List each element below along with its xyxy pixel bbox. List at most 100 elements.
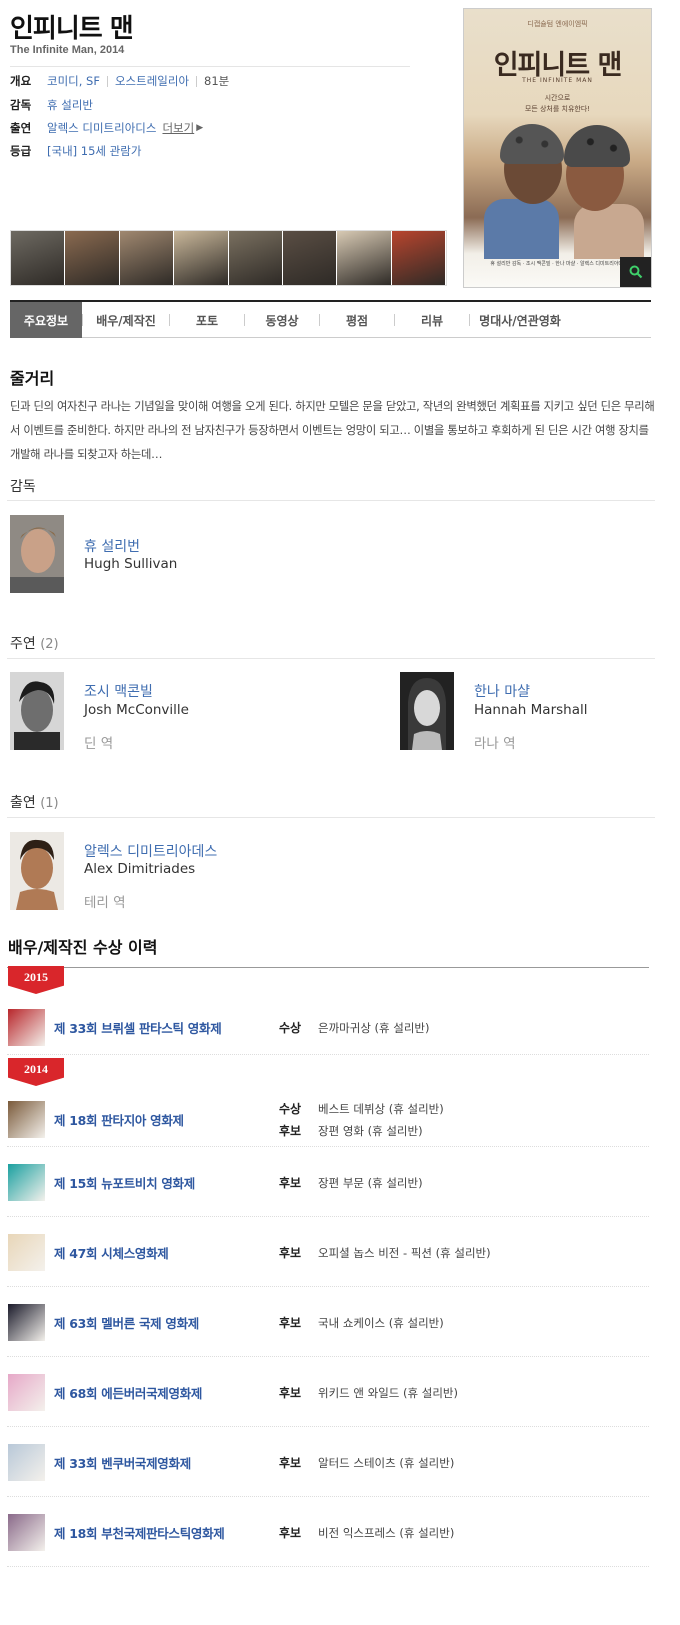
award-description: 알터드 스테이츠 (휴 설리반) <box>318 1456 455 1470</box>
actor-name-ko[interactable]: 조시 맥콘빌 <box>84 681 153 701</box>
divider <box>7 817 655 818</box>
synopsis-text: 딘과 딘의 여자친구 라나는 기념일을 맞이해 여행을 오게 된다. 하지만 모… <box>10 400 655 461</box>
info-rating-row: 등급 [국내] 15세 관람가 <box>10 141 141 161</box>
award-type: 후보 <box>279 1316 302 1330</box>
festival-name-link[interactable]: 제 33회 브뤼셀 판타스틱 영화제 <box>54 1018 222 1037</box>
photo-thumbnail[interactable] <box>65 231 120 285</box>
awards-divider <box>7 967 649 968</box>
tab-bar: 주요정보 배우/제작진 포토 동영상 평점 리뷰 명대사/연관영화 <box>10 300 651 338</box>
actor-portrait <box>10 672 64 750</box>
actor-photo-hannah[interactable] <box>400 672 454 750</box>
award-type: 후보 <box>279 1386 302 1400</box>
photo-thumbnail[interactable] <box>228 231 283 285</box>
festival-name-link[interactable]: 제 18회 판타지아 영화제 <box>54 1110 184 1129</box>
poster-tagline: 시간으로 모든 상처를 치유한다! <box>524 94 591 113</box>
rating-link[interactable]: [국내] 15세 관람가 <box>47 143 141 159</box>
actor-name-ko[interactable]: 알렉스 디미트리아데스 <box>84 841 217 861</box>
country-link[interactable]: 오스트레일리아 <box>115 73 189 89</box>
photo-thumbnail[interactable] <box>174 231 229 285</box>
lead-count: (2) <box>40 637 59 652</box>
divider <box>7 658 655 659</box>
actor-photo-josh[interactable] <box>10 672 64 750</box>
director-name-ko[interactable]: 휴 설리번 <box>84 536 140 556</box>
actor-name-en: Josh McConville <box>84 702 189 718</box>
director-heading: 감독 <box>10 479 36 495</box>
lead-heading: 주연 (2) <box>10 633 59 653</box>
festival-logo[interactable] <box>8 1164 45 1201</box>
actor-role: 라나 역 <box>474 736 516 752</box>
festival-logo[interactable] <box>8 1444 45 1481</box>
photo-thumbnail[interactable] <box>11 231 66 285</box>
poster-woman-figure <box>574 204 644 259</box>
actor-photo-alex[interactable] <box>10 832 64 910</box>
actor-portrait <box>400 672 454 750</box>
festival-logo[interactable] <box>8 1374 45 1411</box>
festival-logo[interactable] <box>8 1101 45 1138</box>
tab-4[interactable]: 평점 <box>320 302 394 338</box>
award-type: 후보 <box>279 1246 302 1260</box>
award-type: 후보 <box>279 1124 302 1138</box>
synopsis-heading: 줄거리 <box>10 369 55 388</box>
festival-name-link[interactable]: 제 63회 멜버른 국제 영화제 <box>54 1313 199 1332</box>
actor-name-en: Hannah Marshall <box>474 702 588 718</box>
photo-thumbnail[interactable] <box>337 231 392 285</box>
festival-logo[interactable] <box>8 1514 45 1551</box>
separator <box>196 75 198 87</box>
cast-link[interactable]: 알렉스 디미트리아디스 <box>47 120 156 136</box>
actor-name-en: Alex Dimitriades <box>84 861 196 877</box>
cast-label: 출연 <box>10 121 32 135</box>
director-link[interactable]: 휴 설리반 <box>47 97 93 113</box>
poster-man-figure <box>484 199 559 259</box>
tab-2[interactable]: 포토 <box>170 302 244 338</box>
genre-link[interactable]: 코미디, SF <box>47 73 100 89</box>
more-cast-link[interactable]: 더보기 <box>162 120 194 136</box>
festival-name-link[interactable]: 제 47회 시체스영화제 <box>54 1243 169 1262</box>
poster-helmet <box>500 124 564 164</box>
poster-credits: 휴 설리반 감독 · 조시 맥콘빌 · 한나 마샬 · 알렉스 디미트리아데스 <box>490 261 628 267</box>
tab-0[interactable]: 주요정보 <box>10 302 82 338</box>
search-icon <box>629 265 642 279</box>
runtime: 81분 <box>204 74 230 88</box>
award-description: 국내 쇼케이스 (휴 설리반) <box>318 1316 444 1330</box>
festival-name-link[interactable]: 제 33회 벤쿠버국제영화제 <box>54 1453 191 1472</box>
award-description: 오피셜 놉스 비전 - 픽션 (휴 설리반) <box>318 1246 491 1260</box>
photo-thumbnail[interactable] <box>391 231 446 285</box>
info-director-row: 감독 휴 설리반 <box>10 95 93 115</box>
award-type: 수상 <box>279 1102 302 1116</box>
overview-label: 개요 <box>10 74 32 88</box>
festival-logo[interactable] <box>8 1234 45 1271</box>
award-description: 비전 익스프레스 (휴 설리반) <box>318 1526 455 1540</box>
festival-logo[interactable] <box>8 1009 45 1046</box>
director-label: 감독 <box>10 98 32 112</box>
cast-heading: 출연 (1) <box>10 792 59 812</box>
award-description: 은까마귀상 (휴 설리반) <box>318 1021 430 1035</box>
festival-name-link[interactable]: 제 15회 뉴포트비치 영화제 <box>54 1173 195 1192</box>
poster-zoom-button[interactable] <box>620 257 651 287</box>
lead-heading-label: 주연 <box>10 636 36 652</box>
year-badge: 2015 <box>8 966 64 994</box>
tab-3[interactable]: 동영상 <box>245 302 319 338</box>
director-photo[interactable] <box>10 515 64 593</box>
festival-name-link[interactable]: 제 68회 에든버러국제영화제 <box>54 1383 202 1402</box>
movie-title: 인피니트 맨 <box>10 14 134 44</box>
photo-thumbnail[interactable] <box>119 231 175 285</box>
cast-heading-label: 출연 <box>10 795 36 811</box>
photo-thumbnail[interactable] <box>282 231 338 285</box>
movie-subtitle: The Infinite Man, 2014 <box>10 44 125 56</box>
festival-logo[interactable] <box>8 1304 45 1341</box>
tab-5[interactable]: 리뷰 <box>395 302 469 338</box>
tab-6[interactable]: 명대사/연관영화 <box>470 302 570 338</box>
poster-helmet <box>564 125 630 167</box>
award-description: 위키드 앤 와일드 (휴 설리반) <box>318 1386 458 1400</box>
title-divider <box>10 66 410 67</box>
actor-role: 딘 역 <box>84 736 114 752</box>
movie-poster[interactable]: 디캡슐텀 엔에이엠픽 인피니트 맨 THE INFINITE MAN 시간으로 … <box>463 8 652 288</box>
cast-count: (1) <box>40 796 59 811</box>
actor-name-ko[interactable]: 한나 마샬 <box>474 681 530 701</box>
separator <box>106 75 108 87</box>
award-description: 베스트 데뷔상 (휴 설리반) <box>318 1102 444 1116</box>
director-name-en: Hugh Sullivan <box>84 556 178 572</box>
award-type: 후보 <box>279 1176 302 1190</box>
tab-1[interactable]: 배우/제작진 <box>83 302 169 338</box>
festival-name-link[interactable]: 제 18회 부천국제판타스틱영화제 <box>54 1523 225 1542</box>
